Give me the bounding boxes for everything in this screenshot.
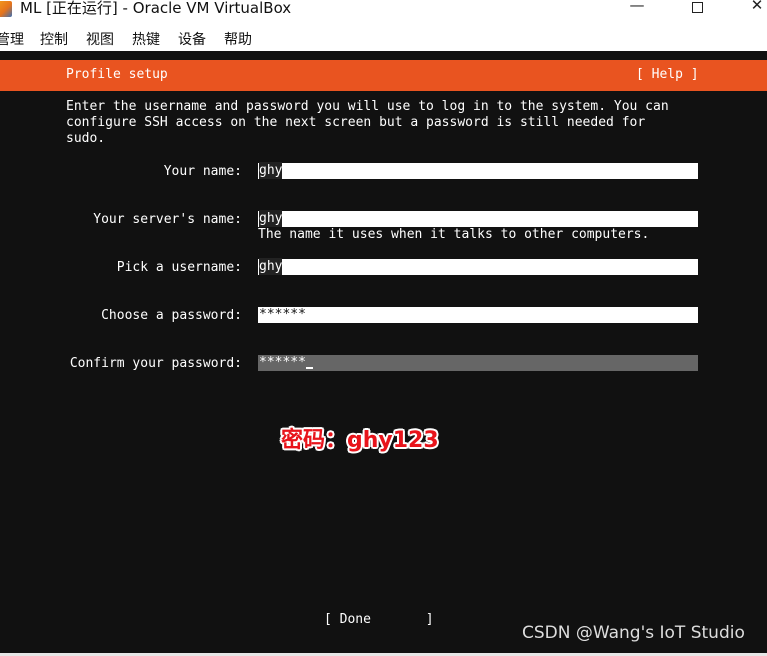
text-cursor xyxy=(305,367,313,369)
server-name-hint: The name it uses when it talks to other … xyxy=(258,227,650,242)
confirm-password-input[interactable]: ****** xyxy=(258,355,698,371)
maximize-icon xyxy=(691,2,703,13)
window-titlebar: ML [正在运行] - Oracle VM VirtualBox — ✕ xyxy=(0,0,767,22)
menu-view[interactable]: 视图 xyxy=(86,29,114,49)
username-label: Pick a username: xyxy=(116,260,242,275)
maximize-button[interactable] xyxy=(677,0,717,16)
password-label: Choose a password: xyxy=(101,308,242,323)
password-value: ****** xyxy=(259,307,306,322)
menu-hotkeys[interactable]: 热键 xyxy=(132,29,160,49)
menu-bar: 管理 控制 视图 热键 设备 帮助 xyxy=(0,26,767,50)
help-button[interactable]: [ Help ] xyxy=(636,67,699,82)
installer-header: Profile setup [ Help ] xyxy=(0,60,767,91)
your-name-value: ghy xyxy=(259,162,283,179)
username-input[interactable]: ghy xyxy=(258,258,698,275)
username-value: ghy xyxy=(259,258,283,275)
server-name-input[interactable]: ghy xyxy=(258,210,698,227)
menu-manage[interactable]: 管理 xyxy=(0,29,24,49)
vm-console[interactable]: Profile setup [ Help ] Enter the usernam… xyxy=(0,51,767,653)
virtualbox-icon xyxy=(0,1,12,17)
your-name-input[interactable]: ghy xyxy=(258,162,698,179)
confirm-password-label: Confirm your password: xyxy=(69,356,242,371)
minimize-button[interactable]: — xyxy=(617,0,657,16)
password-input[interactable]: ****** xyxy=(258,307,698,323)
password-annotation: 密码：ghy123 xyxy=(281,428,439,453)
confirm-password-text: ****** xyxy=(259,355,306,370)
page-title: Profile setup xyxy=(66,67,168,82)
watermark: CSDN @Wang's IoT Studio xyxy=(522,623,745,643)
your-name-label: Your name: xyxy=(163,164,242,179)
window-title: ML [正在运行] - Oracle VM VirtualBox xyxy=(20,0,292,17)
intro-text: Enter the username and password you will… xyxy=(66,99,669,147)
intro-line: sudo. xyxy=(66,131,106,146)
server-name-label: Your server's name: xyxy=(93,212,242,227)
menu-devices[interactable]: 设备 xyxy=(178,29,206,49)
menu-help[interactable]: 帮助 xyxy=(224,29,252,49)
close-button[interactable]: ✕ xyxy=(737,0,767,16)
done-button[interactable]: [ Done ] xyxy=(324,612,434,627)
intro-line: configure SSH access on the next screen … xyxy=(66,115,646,130)
intro-line: Enter the username and password you will… xyxy=(66,99,669,114)
server-name-value: ghy xyxy=(259,210,283,227)
menu-control[interactable]: 控制 xyxy=(40,29,68,49)
confirm-password-value: ****** xyxy=(259,354,313,371)
